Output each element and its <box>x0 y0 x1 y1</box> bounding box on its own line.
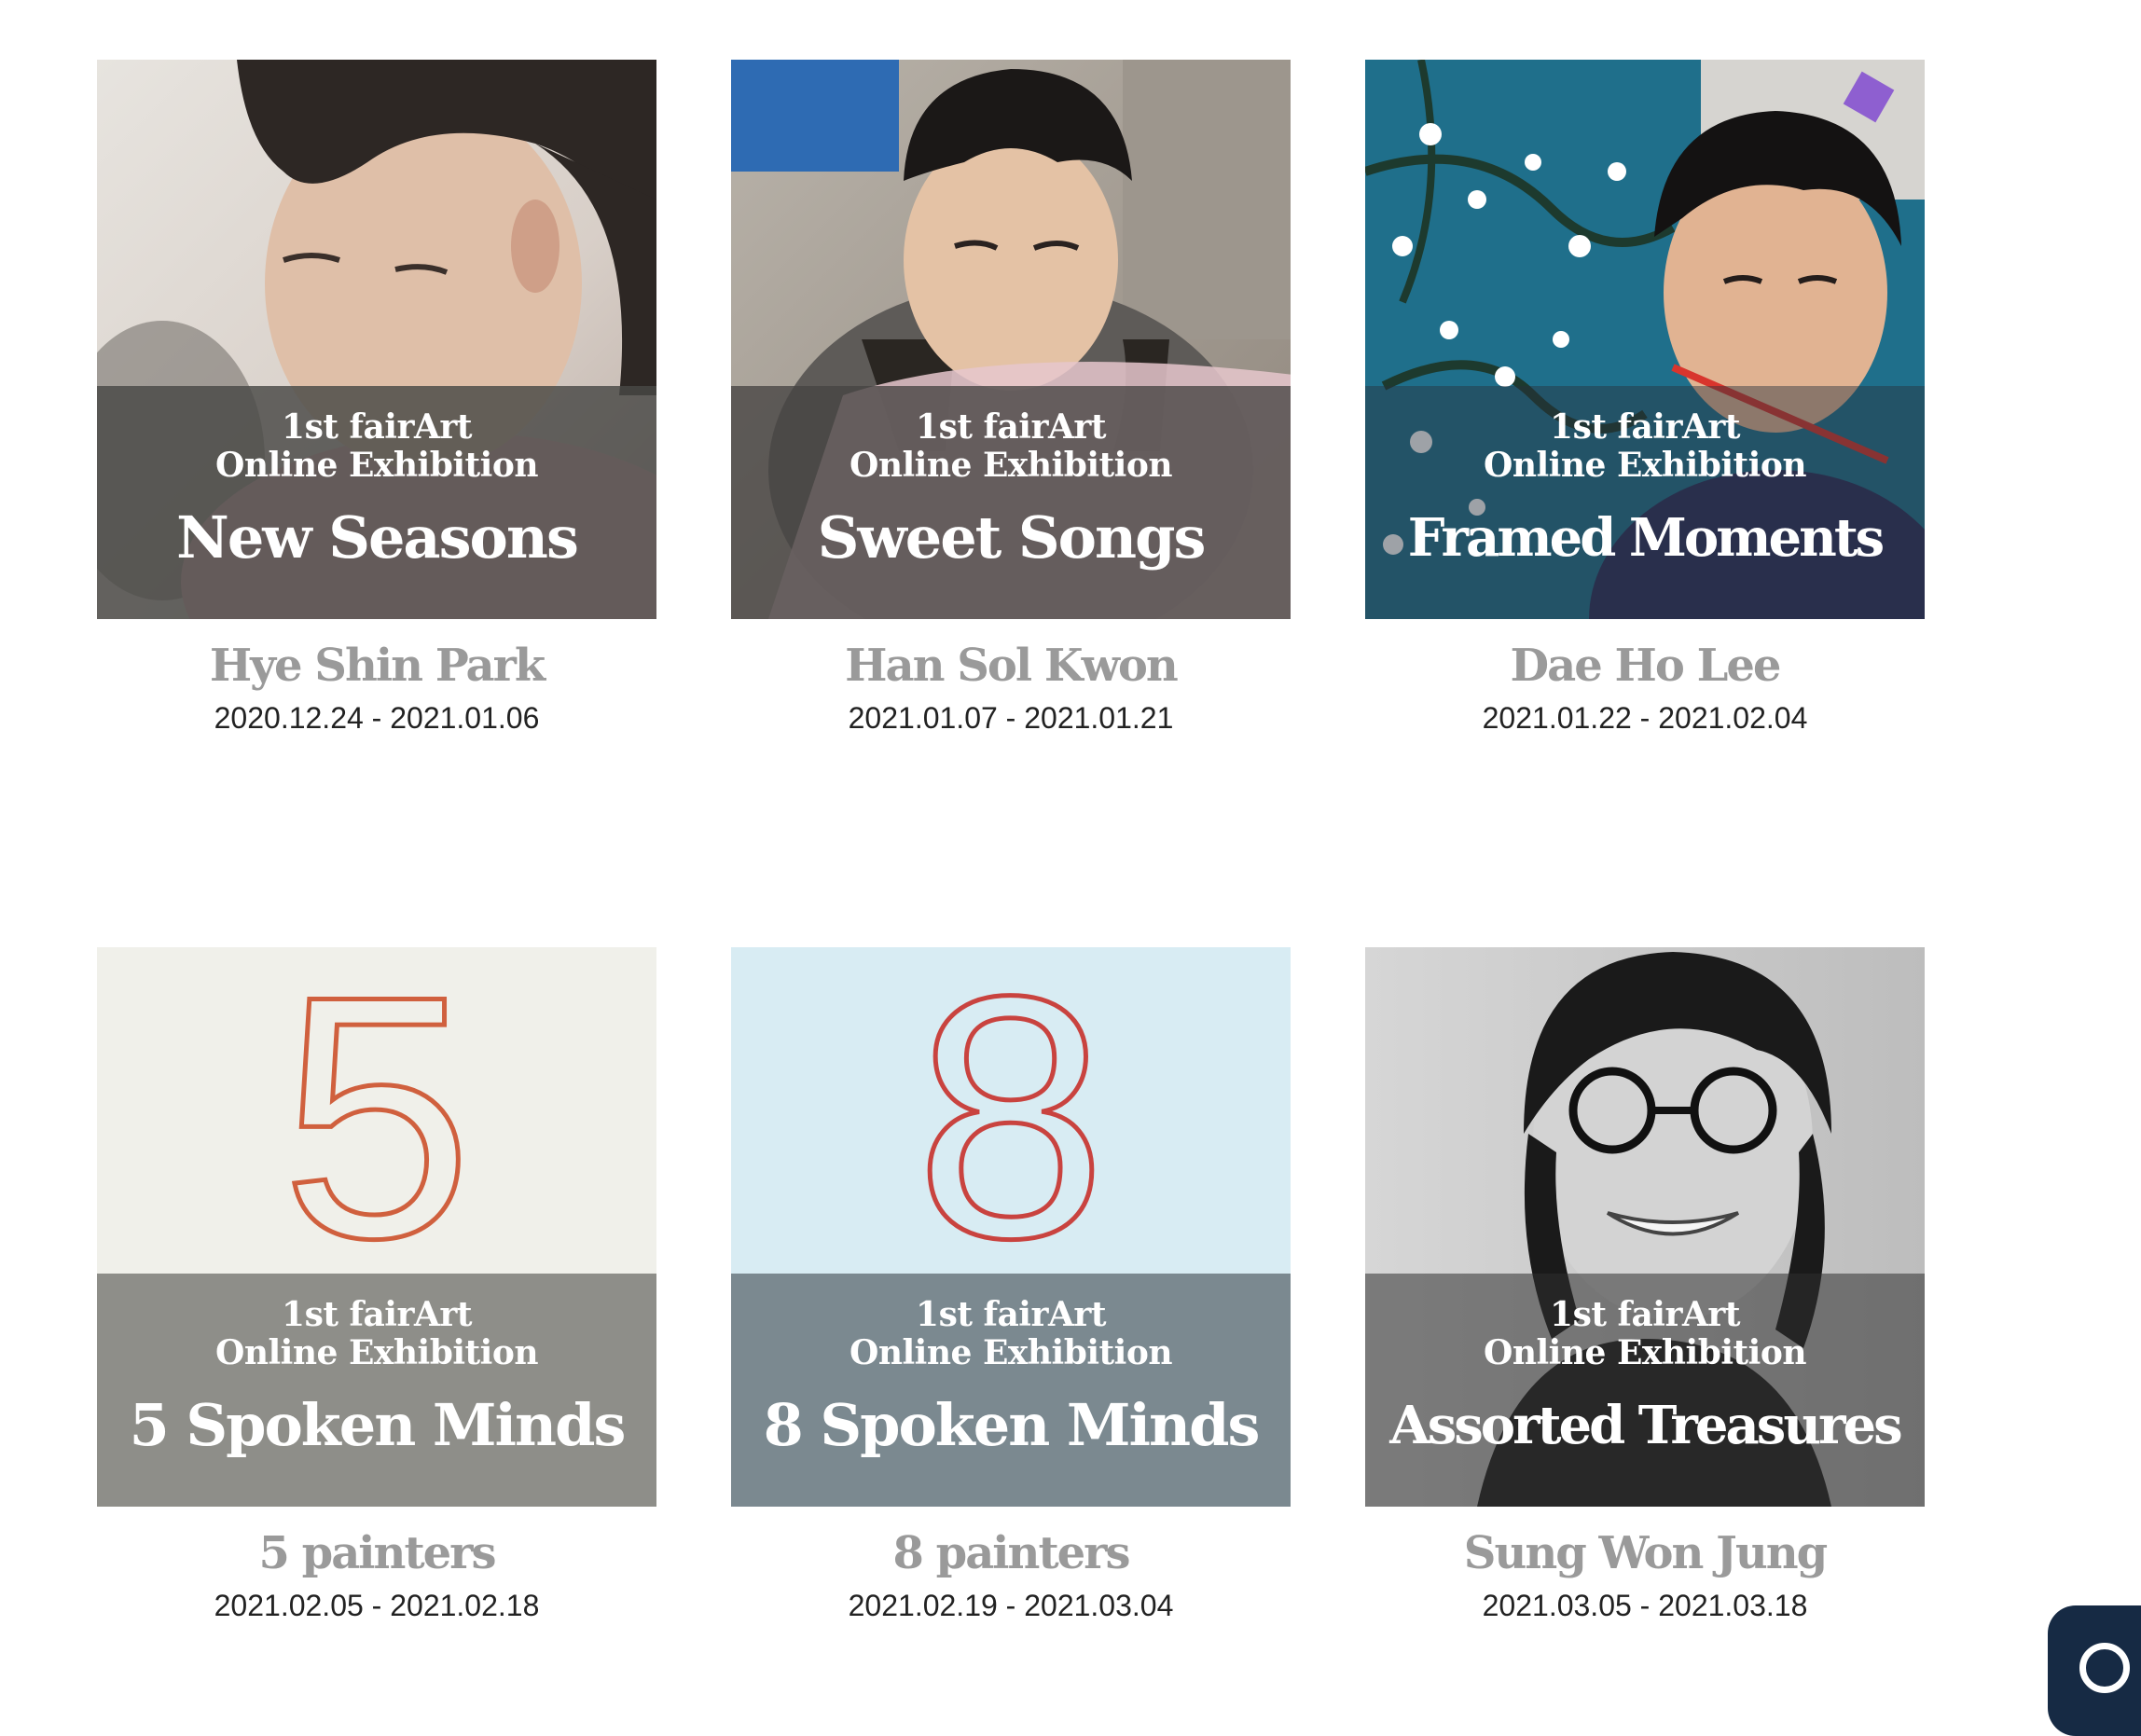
exhibition-banner: 1st fairArt Online Exhibition 5 Spoken M… <box>97 1274 656 1507</box>
exhibition-dates: 2021.01.22 - 2021.02.04 <box>1482 701 1808 735</box>
exhibition-banner: 1st fairArt Online Exhibition New Season… <box>97 386 656 619</box>
exhibition-type: Online Exhibition <box>1483 446 1807 485</box>
exhibition-dates: 2021.03.05 - 2021.03.18 <box>1482 1589 1808 1622</box>
exhibition-banner: 1st fairArt Online Exhibition 8 Spoken M… <box>731 1274 1291 1507</box>
chat-button[interactable] <box>2048 1605 2141 1736</box>
exhibition-thumbnail[interactable]: 1st fairArt Online Exhibition Assorted T… <box>1365 947 1925 1507</box>
exhibition-dates: 2021.02.19 - 2021.03.04 <box>848 1589 1174 1622</box>
exhibition-thumbnail[interactable]: 1st fairArt Online Exhibition Framed Mom… <box>1365 60 1925 619</box>
exhibition-dates: 2021.01.07 - 2021.01.21 <box>848 701 1174 735</box>
exhibition-series: 1st fairArt <box>282 1295 472 1334</box>
exhibition-title: Framed Moments <box>1407 507 1885 569</box>
exhibition-series: 1st fairArt <box>1550 407 1740 447</box>
exhibition-dates: 2021.02.05 - 2021.02.18 <box>214 1589 540 1622</box>
exhibition-card-framed-moments[interactable]: 1st fairArt Online Exhibition Framed Mom… <box>1365 60 1925 737</box>
exhibition-type: Online Exhibition <box>849 446 1173 485</box>
exhibition-type: Online Exhibition <box>214 1333 539 1372</box>
exhibition-type: Online Exhibition <box>849 1333 1173 1372</box>
exhibition-series: 1st fairArt <box>916 407 1106 447</box>
exhibition-title: New Seasons <box>176 503 579 572</box>
exhibition-card-new-seasons[interactable]: 1st fairArt Online Exhibition New Season… <box>97 60 656 737</box>
exhibition-series: 1st fairArt <box>1550 1295 1740 1334</box>
artist-name[interactable]: Dae Ho Lee <box>1365 638 1925 694</box>
exhibition-title: Assorted Treasures <box>1389 1395 1902 1456</box>
artist-name[interactable]: 8 painters <box>731 1525 1291 1581</box>
exhibition-title: 5 Spoken Minds <box>129 1391 627 1459</box>
exhibition-thumbnail[interactable]: 1st fairArt Online Exhibition New Season… <box>97 60 656 619</box>
exhibition-title: 8 Spoken Minds <box>763 1391 1261 1459</box>
artist-name[interactable]: Sung Won Jung <box>1365 1525 1925 1581</box>
chat-bubble-icon <box>2079 1643 2130 1693</box>
exhibition-series: 1st fairArt <box>916 1295 1106 1334</box>
exhibition-thumbnail[interactable]: 8 1st fairArt Online Exhibition 8 Spoken… <box>731 947 1291 1507</box>
artist-name[interactable]: 5 painters <box>97 1525 656 1581</box>
exhibition-card-5-spoken-minds[interactable]: 5 1st fairArt Online Exhibition 5 Spoken… <box>97 947 656 1624</box>
exhibition-banner: 1st fairArt Online Exhibition Assorted T… <box>1365 1274 1925 1507</box>
exhibition-series: 1st fairArt <box>282 407 472 447</box>
digit-graphic: 8 <box>913 975 1110 1255</box>
exhibition-dates: 2020.12.24 - 2021.01.06 <box>214 701 540 735</box>
artist-name[interactable]: Hye Shin Park <box>97 638 656 694</box>
digit-graphic: 5 <box>279 975 476 1255</box>
exhibition-card-sweet-songs[interactable]: 1st fairArt Online Exhibition Sweet Song… <box>731 60 1291 737</box>
exhibition-banner: 1st fairArt Online Exhibition Framed Mom… <box>1365 386 1925 619</box>
exhibition-card-8-spoken-minds[interactable]: 8 1st fairArt Online Exhibition 8 Spoken… <box>731 947 1291 1624</box>
exhibition-type: Online Exhibition <box>214 446 539 485</box>
digit-text: 8 <box>915 975 1107 1255</box>
exhibition-thumbnail[interactable]: 1st fairArt Online Exhibition Sweet Song… <box>731 60 1291 619</box>
exhibition-title: Sweet Songs <box>817 503 1207 572</box>
exhibition-card-assorted-treasures[interactable]: 1st fairArt Online Exhibition Assorted T… <box>1365 947 1925 1624</box>
exhibition-banner: 1st fairArt Online Exhibition Sweet Song… <box>731 386 1291 619</box>
artist-name[interactable]: Han Sol Kwon <box>731 638 1291 694</box>
digit-text: 5 <box>281 975 473 1255</box>
exhibition-thumbnail[interactable]: 5 1st fairArt Online Exhibition 5 Spoken… <box>97 947 656 1507</box>
exhibition-type: Online Exhibition <box>1483 1333 1807 1372</box>
